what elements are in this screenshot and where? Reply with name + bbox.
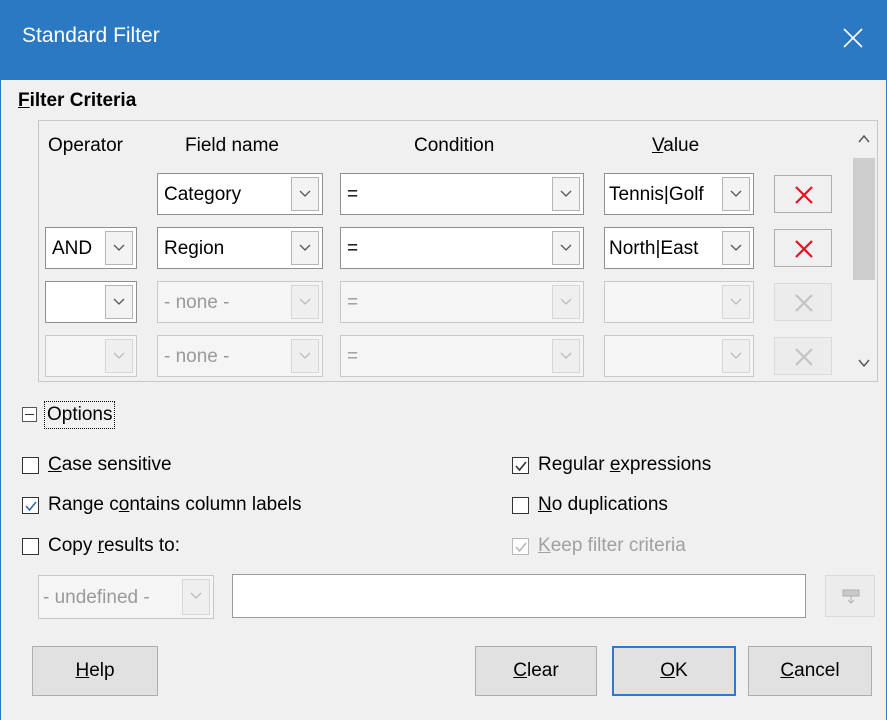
chevron-down-icon — [722, 285, 750, 319]
field-name-column-header: Field name — [185, 135, 279, 156]
value-column-header: Value — [652, 135, 700, 156]
chevron-down-icon — [291, 285, 319, 319]
chevron-down-icon[interactable] — [722, 177, 750, 211]
field-name-combo-2[interactable]: Region — [157, 227, 323, 269]
delete-x-icon — [795, 294, 813, 312]
value-combo-2[interactable]: North|East — [604, 227, 754, 269]
shrink-button[interactable] — [825, 575, 875, 617]
scroll-up-icon[interactable] — [851, 122, 877, 156]
operator-combo-3[interactable] — [45, 281, 137, 323]
field-name-combo-1[interactable]: Category — [157, 173, 323, 215]
value-combo-1[interactable]: Tennis|Golf — [604, 173, 754, 215]
chevron-down-icon[interactable] — [291, 231, 319, 265]
filter-criteria-heading: Filter Criteria — [18, 90, 137, 111]
scroll-thumb[interactable] — [853, 158, 875, 280]
chevron-down-icon[interactable] — [722, 231, 750, 265]
chevron-down-icon — [722, 339, 750, 373]
remove-row-button-1[interactable] — [774, 175, 832, 213]
remove-row-button-3[interactable] — [774, 283, 832, 321]
condition-combo-2[interactable]: = — [340, 227, 584, 269]
chevron-down-icon — [105, 339, 133, 373]
chevron-down-icon[interactable] — [105, 231, 133, 265]
field-name-combo-4[interactable]: - none - — [157, 335, 323, 377]
chevron-down-icon — [552, 339, 580, 373]
chevron-down-icon — [552, 285, 580, 319]
close-icon[interactable] — [833, 18, 873, 58]
help-button[interactable]: Help — [32, 646, 158, 696]
chevron-down-icon[interactable] — [552, 231, 580, 265]
field-name-combo-3[interactable]: - none - — [157, 281, 323, 323]
condition-combo-1[interactable]: = — [340, 173, 584, 215]
operator-combo-2[interactable]: AND — [45, 227, 137, 269]
collapse-icon[interactable] — [22, 407, 37, 422]
checkmark-icon — [515, 542, 527, 553]
value-combo-3[interactable] — [604, 281, 754, 323]
copy-target-combo[interactable]: - undefined - — [38, 575, 214, 619]
delete-x-icon — [795, 186, 813, 204]
remove-row-button-2[interactable] — [774, 229, 832, 267]
value-combo-4[interactable] — [604, 335, 754, 377]
cancel-button[interactable]: Cancel — [748, 646, 872, 696]
operator-combo-4[interactable] — [45, 335, 137, 377]
scroll-down-icon[interactable] — [851, 346, 877, 380]
window-title: Standard Filter — [22, 24, 160, 47]
condition-combo-4[interactable]: = — [340, 335, 584, 377]
checkmark-icon — [515, 461, 527, 472]
chevron-down-icon — [182, 579, 210, 615]
chevron-down-icon[interactable] — [552, 177, 580, 211]
chevron-down-icon — [291, 339, 319, 373]
copy-target-ref-input[interactable] — [232, 574, 806, 618]
ok-button[interactable]: OK — [612, 646, 736, 696]
chevron-down-icon[interactable] — [105, 285, 133, 319]
title-bar: Standard Filter — [0, 0, 887, 80]
clear-button[interactable]: Clear — [475, 646, 597, 696]
operator-column-header: Operator — [48, 135, 123, 156]
delete-x-icon — [795, 240, 813, 258]
shrink-icon — [842, 589, 860, 604]
condition-combo-3[interactable]: = — [340, 281, 584, 323]
chevron-down-icon[interactable] — [291, 177, 319, 211]
condition-column-header: Condition — [414, 135, 495, 156]
remove-row-button-4[interactable] — [774, 337, 832, 375]
checkmark-icon — [25, 501, 37, 512]
delete-x-icon — [795, 348, 813, 366]
criteria-scrollbar[interactable] — [851, 122, 877, 380]
options-label: Options — [44, 401, 116, 429]
